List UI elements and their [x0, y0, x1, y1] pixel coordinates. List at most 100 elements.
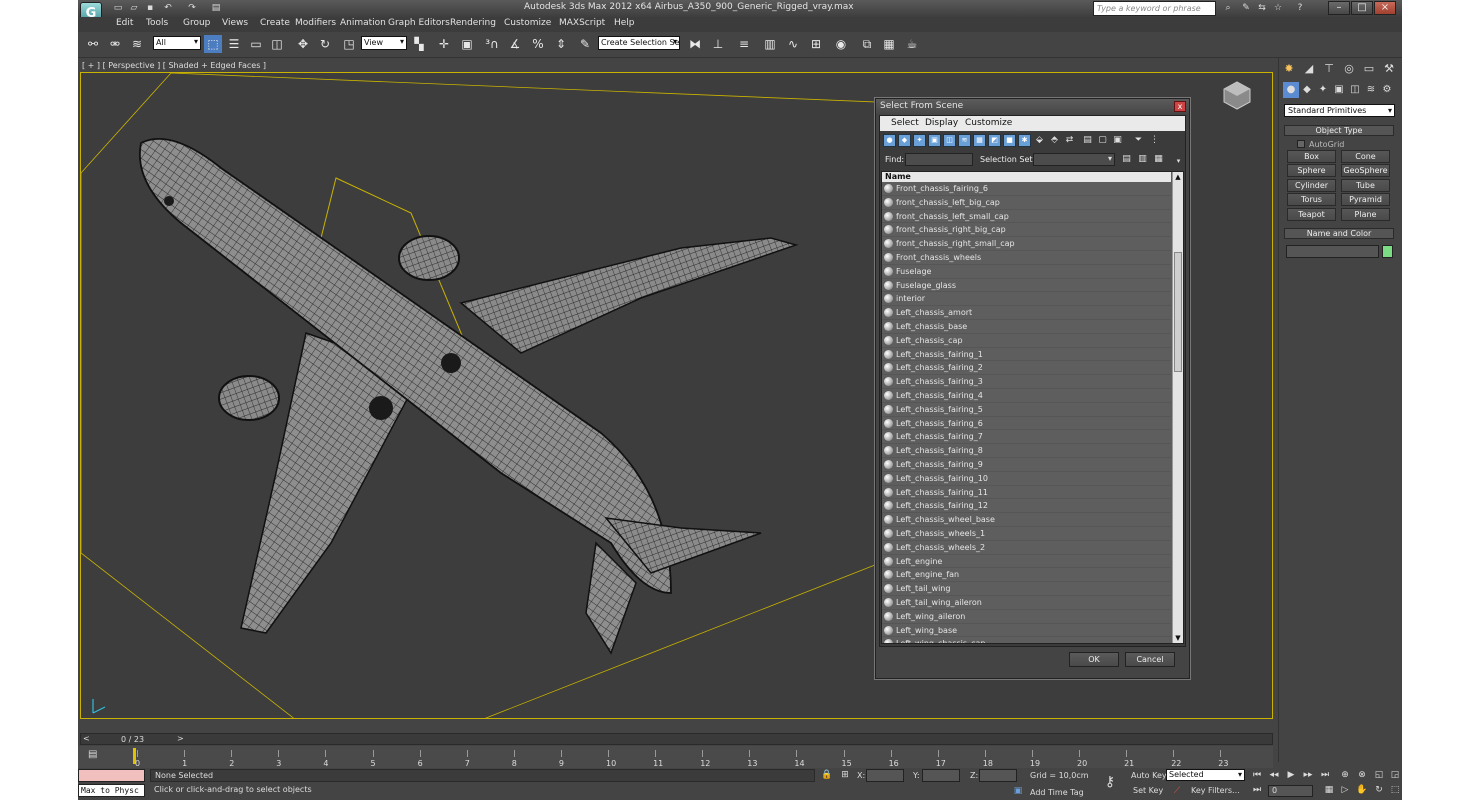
list-item[interactable]: Left_chassis_fairing_12	[882, 499, 1171, 514]
list-item[interactable]: Fuselage	[882, 265, 1171, 279]
bind-space-warp-icon[interactable]: ≋	[128, 35, 146, 53]
display-shapes-icon[interactable]: ◆	[898, 134, 911, 147]
list-item[interactable]: front_chassis_left_big_cap	[882, 196, 1171, 210]
reference-coordinate-dropdown[interactable]: View	[361, 36, 407, 50]
render-setup-icon[interactable]: ⧉	[858, 35, 876, 53]
helpers-icon[interactable]: ◫	[1347, 82, 1363, 98]
list-item[interactable]: Left_chassis_fairing_8	[882, 444, 1171, 458]
menu-customize[interactable]: Customize	[504, 18, 551, 28]
list-scrollbar[interactable]: ▲ ▼	[1172, 172, 1183, 643]
mini-curve-editor-icon[interactable]: ▤	[88, 749, 102, 763]
list-item[interactable]: Left_tail_wing	[882, 582, 1171, 596]
key-mode-dropdown[interactable]: Selected	[1166, 769, 1245, 781]
display-xrefs-icon[interactable]: ◩	[988, 134, 1001, 147]
zoom-all-icon[interactable]: ⊗	[1355, 769, 1369, 782]
modify-tab-icon[interactable]: ◢	[1301, 61, 1317, 77]
zoom-extents-icon[interactable]: ◱	[1372, 769, 1386, 782]
cameras-icon[interactable]: ▣	[1331, 82, 1347, 98]
percent-snap-icon[interactable]: %	[529, 35, 547, 53]
set-key-button[interactable]: Set Key	[1133, 786, 1163, 795]
display-all-icon[interactable]: ⬙	[1033, 134, 1046, 147]
menu-maxscript[interactable]: MAXScript	[559, 18, 605, 28]
mirror-icon[interactable]: ⧓	[686, 35, 704, 53]
material-editor-icon[interactable]: ◉	[832, 35, 850, 53]
spinner-snap-icon[interactable]: ⇕	[552, 35, 570, 53]
cancel-button[interactable]: Cancel	[1125, 652, 1175, 667]
binoculars-icon[interactable]: ⌕	[1222, 2, 1234, 14]
object-color-swatch[interactable]	[1382, 245, 1393, 258]
scroll-down-arrow-icon[interactable]: ▼	[1173, 633, 1183, 643]
display-helpers-icon[interactable]: ◫	[943, 134, 956, 147]
layer-manager-icon[interactable]: ≡	[735, 35, 753, 53]
geosphere-button[interactable]: GeoSphere	[1341, 164, 1390, 177]
keyboard-shortcut-override-icon[interactable]: ▣	[458, 35, 476, 53]
graphite-tools-icon[interactable]: ▥	[761, 35, 779, 53]
list-item[interactable]: Left_chassis_fairing_4	[882, 389, 1171, 403]
help-icon[interactable]: ?	[1294, 2, 1306, 14]
menu-group[interactable]: Group	[183, 18, 210, 28]
list-item[interactable]: Left_chassis_amort	[882, 306, 1171, 320]
maxscript-listener-output[interactable]	[78, 769, 145, 782]
select-object-icon[interactable]: ⬚	[204, 35, 222, 53]
list-item[interactable]: front_chassis_right_big_cap	[882, 223, 1171, 238]
object-name-field[interactable]	[1286, 245, 1379, 258]
motion-tab-icon[interactable]: ◎	[1341, 61, 1357, 77]
geometry-icon[interactable]: ●	[1283, 82, 1299, 98]
select-none-icon[interactable]: ▢	[1096, 134, 1109, 147]
menu-edit[interactable]: Edit	[116, 18, 133, 28]
sphere-button[interactable]: Sphere	[1287, 164, 1336, 177]
hierarchy-icon[interactable]: ⋮	[1148, 134, 1161, 147]
list-item[interactable]: Left_wing_aileron	[882, 610, 1171, 624]
edit-named-selection-icon[interactable]: ✎	[576, 35, 594, 53]
tube-button[interactable]: Tube	[1341, 179, 1390, 192]
current-frame-field[interactable]: 0	[1268, 785, 1313, 797]
selection-set-remove-icon[interactable]: ▥	[1136, 153, 1149, 166]
zoom-extents-all-icon[interactable]: ◲	[1388, 769, 1402, 782]
list-item[interactable]: Front_chassis_fairing_6	[882, 182, 1171, 196]
rotate-icon[interactable]: ↻	[316, 35, 334, 53]
menu-rendering[interactable]: Rendering	[450, 18, 496, 28]
time-slider[interactable]: < 0 / 23 >	[80, 733, 1273, 745]
next-frame-icon[interactable]: ▸▸	[1301, 769, 1315, 782]
display-geometry-icon[interactable]: ●	[883, 134, 896, 147]
go-to-start-icon[interactable]: ⏮	[1250, 769, 1264, 782]
list-item[interactable]: Left_chassis_cap	[882, 334, 1171, 348]
plane-button[interactable]: Plane	[1341, 208, 1390, 221]
open-file-icon[interactable]: ▱	[128, 2, 140, 14]
rectangular-selection-icon[interactable]: ▭	[247, 35, 265, 53]
maximize-viewport-icon[interactable]: ⬚	[1388, 784, 1402, 797]
dialog-close-button[interactable]: x	[1174, 101, 1186, 112]
list-item[interactable]: Left_chassis_fairing_11	[882, 486, 1171, 500]
selection-set-add-icon[interactable]: ▤	[1120, 153, 1133, 166]
object-type-rollout[interactable]: Object Type	[1284, 125, 1394, 136]
list-item[interactable]: Left_chassis_fairing_9	[882, 458, 1171, 472]
select-by-name-icon[interactable]: ☰	[225, 35, 243, 53]
find-input[interactable]	[905, 153, 973, 166]
select-invert-icon[interactable]: ▣	[1111, 134, 1124, 147]
select-all-icon[interactable]: ▤	[1081, 134, 1094, 147]
dialog-menu-display[interactable]: Display	[925, 118, 958, 128]
key-mode-toggle-icon[interactable]: ⏭	[1250, 784, 1264, 797]
expand-arrow-icon[interactable]: ▾	[1172, 155, 1185, 168]
y-coordinate-field[interactable]	[922, 769, 960, 782]
tools-icon[interactable]: ✎	[1240, 2, 1252, 14]
maxscript-mini-listener[interactable]: Max to Physc	[78, 784, 145, 797]
set-key-pen-icon[interactable]: ⟋	[1170, 785, 1184, 798]
display-lights-icon[interactable]: ✦	[913, 134, 926, 147]
favorites-star-icon[interactable]: ☆	[1272, 2, 1284, 14]
z-coordinate-field[interactable]	[979, 769, 1017, 782]
viewport-label[interactable]: [ + ] [ Perspective ] [ Shaded + Edged F…	[82, 61, 266, 70]
selection-set-dropdown[interactable]	[1033, 153, 1115, 166]
create-tab-icon[interactable]: ✸	[1281, 61, 1297, 77]
list-item[interactable]: Front_chassis_wheels	[882, 251, 1171, 265]
render-production-icon[interactable]: ☕	[903, 35, 921, 53]
list-item[interactable]: Left_chassis_fairing_5	[882, 403, 1171, 417]
display-bones-icon[interactable]: ■	[1003, 134, 1016, 147]
search-input[interactable]: Type a keyword or phrase	[1093, 1, 1216, 16]
scroll-thumb[interactable]	[1174, 252, 1182, 372]
close-window-button[interactable]: ×	[1374, 1, 1396, 15]
redo-icon[interactable]: ↷	[186, 2, 198, 14]
scale-icon[interactable]: ◳	[340, 35, 358, 53]
absolute-mode-icon[interactable]: ⊞	[838, 769, 852, 782]
pan-view-icon[interactable]: ✋	[1355, 784, 1369, 797]
